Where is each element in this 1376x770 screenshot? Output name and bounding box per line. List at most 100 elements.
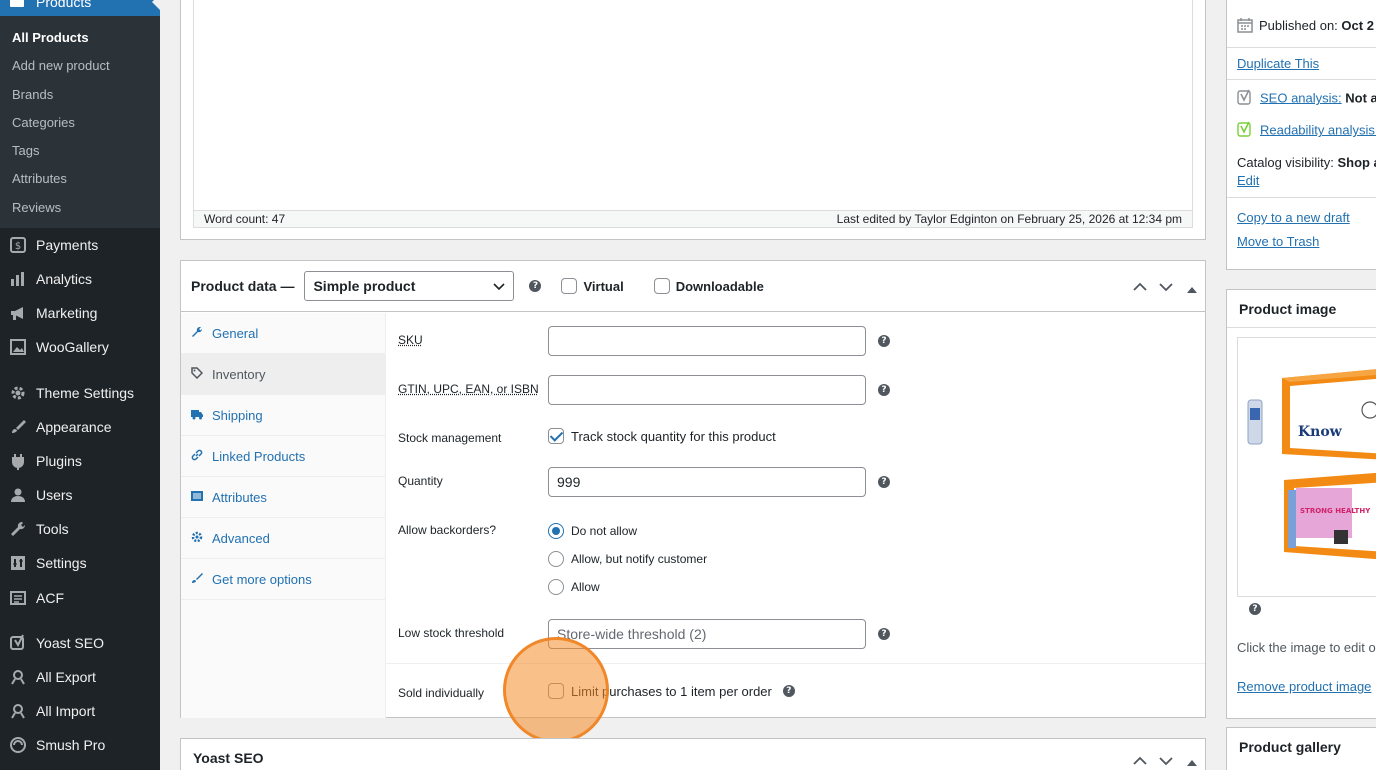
submenu-reviews[interactable]: Reviews [0, 194, 160, 222]
submenu-tags[interactable]: Tags [0, 137, 160, 165]
menu-label: WooGallery [36, 339, 109, 355]
move-up-icon[interactable] [1133, 753, 1147, 769]
product-type-value: Simple product [313, 278, 416, 294]
tab-inventory[interactable]: Inventory [181, 354, 385, 395]
low-stock-label: Low stock threshold [398, 626, 505, 640]
tab-general[interactable]: General [181, 313, 385, 354]
tab-label: Advanced [212, 530, 270, 546]
published-on-label: Published on: [1259, 17, 1338, 33]
move-down-icon[interactable] [1159, 279, 1173, 295]
remove-product-image-link[interactable]: Remove product image [1237, 679, 1371, 694]
product-type-select[interactable]: Simple product [304, 271, 515, 301]
user-icon [0, 486, 36, 504]
tab-attributes[interactable]: Attributes [181, 477, 385, 518]
svg-text:$: $ [15, 241, 21, 252]
duplicate-this-link[interactable]: Duplicate This [1237, 56, 1319, 71]
sold-individually-checkbox[interactable] [548, 683, 564, 699]
sold-individually-option[interactable]: Limit purchases to 1 item per order ? [548, 683, 795, 699]
submenu-categories[interactable]: Categories [0, 109, 160, 137]
tab-label: Linked Products [212, 448, 306, 464]
track-stock-checkbox[interactable] [548, 428, 564, 444]
virtual-checkbox[interactable] [561, 278, 578, 294]
smush-icon [0, 736, 36, 754]
backorder-radio[interactable] [548, 579, 564, 595]
readability-analysis-link[interactable]: Readability analysis: [1260, 122, 1376, 137]
move-to-trash-link[interactable]: Move to Trash [1237, 234, 1319, 249]
help-icon[interactable]: ? [529, 280, 542, 292]
sku-help-icon[interactable]: ? [878, 335, 890, 347]
menu-item-all-import[interactable]: All Import [0, 694, 160, 728]
menu-item-all-export[interactable]: All Export [0, 660, 160, 694]
sold-individually-help-icon[interactable]: ? [782, 685, 795, 697]
menu-item-theme-settings[interactable]: Theme Settings [0, 376, 160, 410]
word-count: Word count: 47 [204, 212, 286, 226]
submenu-all-products[interactable]: All Products [0, 24, 160, 52]
product-data-header: Product data — Simple product ? Virtual … [181, 261, 1205, 312]
image-help-icon[interactable]: ? [1249, 603, 1261, 615]
quantity-input[interactable]: 999 [548, 467, 866, 497]
stock-management-label: Stock management [398, 431, 502, 445]
menu-item-tools[interactable]: Tools [0, 512, 160, 546]
menu-item-yoast-seo[interactable]: Yoast SEO [0, 626, 160, 660]
published-on-date: Oct 2 [1341, 17, 1374, 33]
submenu-brands[interactable]: Brands [0, 81, 160, 109]
edit-image-hint: Click the image to edit o [1237, 640, 1376, 655]
submenu-attributes[interactable]: Attributes [0, 165, 160, 193]
menu-item-settings[interactable]: Settings [0, 546, 160, 580]
copy-to-draft-link[interactable]: Copy to a new draft [1237, 210, 1350, 225]
gear-icon [0, 384, 36, 402]
backorder-option-allow[interactable]: Allow [548, 579, 600, 595]
seo-analysis-link[interactable]: SEO analysis: [1260, 90, 1342, 105]
tab-shipping[interactable]: Shipping [181, 395, 385, 436]
low-stock-help-icon[interactable]: ? [878, 628, 890, 640]
wrench-icon [191, 326, 212, 341]
export-icon [0, 668, 36, 686]
move-up-icon[interactable] [1133, 279, 1147, 295]
quantity-help-icon[interactable]: ? [878, 476, 890, 488]
gtin-help-icon[interactable]: ? [878, 384, 890, 396]
menu-item-woogallery[interactable]: WooGallery [0, 330, 160, 364]
product-image-thumbnail[interactable]: Know STRONG HEALTHY [1237, 337, 1376, 597]
tab-advanced[interactable]: Advanced [181, 518, 385, 559]
menu-label: Tools [36, 521, 69, 537]
low-stock-input[interactable]: Store-wide threshold (2) [548, 619, 866, 649]
menu-label-products: Products [36, 0, 92, 10]
description-editor[interactable] [193, 0, 1193, 211]
virtual-option[interactable]: Virtual [561, 278, 624, 294]
menu-item-smush-pro[interactable]: Smush Pro [0, 728, 160, 762]
backorder-radio[interactable] [548, 523, 564, 539]
collapse-toggle-icon[interactable] [1187, 754, 1197, 770]
paintbrush-icon [0, 418, 36, 436]
menu-item-payments[interactable]: $ Payments [0, 228, 160, 262]
sku-input[interactable] [548, 326, 866, 356]
menu-item-marketing[interactable]: Marketing [0, 296, 160, 330]
readability-score-icon [1237, 121, 1254, 141]
collapse-toggle-icon[interactable] [1187, 281, 1197, 297]
submenu-add-new-product[interactable]: Add new product [0, 52, 160, 80]
menu-item-analytics[interactable]: Analytics [0, 262, 160, 296]
backorder-option-do-not-allow[interactable]: Do not allow [548, 523, 637, 539]
catalog-visibility-edit-link[interactable]: Edit [1237, 173, 1259, 188]
divider [1227, 197, 1376, 198]
downloadable-option[interactable]: Downloadable [653, 278, 764, 294]
gtin-input[interactable] [548, 375, 866, 405]
menu-item-users[interactable]: Users [0, 478, 160, 512]
sku-label: SKU [398, 333, 423, 347]
menu-item-products[interactable]: Products [0, 0, 160, 16]
virtual-label: Virtual [583, 278, 624, 294]
track-stock-option[interactable]: Track stock quantity for this product [548, 428, 776, 444]
tab-label: General [212, 325, 259, 341]
menu-item-acf[interactable]: ACF [0, 581, 160, 615]
downloadable-checkbox[interactable] [653, 278, 670, 294]
menu-item-plugins[interactable]: Plugins [0, 444, 160, 478]
menu-item-appearance[interactable]: Appearance [0, 410, 160, 444]
menu-label: Theme Settings [36, 385, 135, 401]
tab-linked-products[interactable]: Linked Products [181, 436, 385, 477]
backorder-radio[interactable] [548, 551, 564, 567]
move-down-icon[interactable] [1159, 753, 1173, 769]
backorder-option-notify[interactable]: Allow, but notify customer [548, 551, 707, 567]
link-icon [191, 449, 212, 464]
tab-get-more-options[interactable]: Get more options [181, 559, 385, 600]
quantity-label: Quantity [398, 474, 443, 488]
admin-sidebar: Products All Products Add new product Br… [0, 0, 160, 770]
